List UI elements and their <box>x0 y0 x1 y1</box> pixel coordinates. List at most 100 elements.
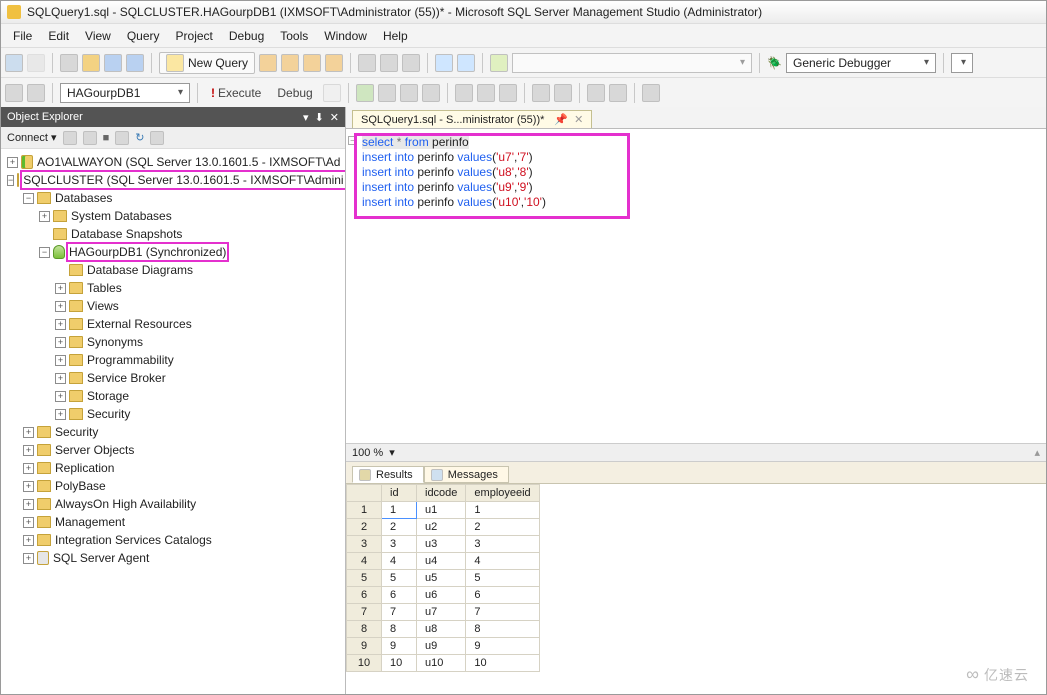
expand-icon[interactable]: + <box>23 427 34 438</box>
nav-back-icon[interactable] <box>5 54 23 72</box>
paste-icon[interactable] <box>402 54 420 72</box>
expand-icon[interactable]: + <box>23 535 34 546</box>
cell-idcode[interactable]: u6 <box>417 587 466 604</box>
node-tables[interactable]: +Tables <box>3 279 343 297</box>
cell-employeeid[interactable]: 1 <box>466 502 539 519</box>
expand-icon[interactable]: + <box>23 553 34 564</box>
indent-icon[interactable] <box>587 84 605 102</box>
expand-icon[interactable]: + <box>23 463 34 474</box>
menu-project[interactable]: Project <box>168 26 221 46</box>
cell-employeeid[interactable]: 5 <box>466 570 539 587</box>
table-row[interactable]: 10 10 u10 10 <box>347 655 540 672</box>
zoom-value[interactable]: 100 % <box>352 447 383 459</box>
row-header[interactable]: 10 <box>347 655 382 672</box>
tab-results[interactable]: Results <box>352 466 424 483</box>
menu-query[interactable]: Query <box>119 26 168 46</box>
oe-props-icon[interactable] <box>150 131 164 145</box>
oe-connect-icon[interactable] <box>63 131 77 145</box>
table-row[interactable]: 5 5 u5 5 <box>347 570 540 587</box>
node-polybase[interactable]: +PolyBase <box>3 477 343 495</box>
undo-icon[interactable] <box>435 54 453 72</box>
cell-employeeid[interactable]: 9 <box>466 638 539 655</box>
new-file-icon[interactable] <box>60 54 78 72</box>
connect-button[interactable]: Connect ▾ <box>7 131 57 144</box>
table-row[interactable]: 8 8 u8 8 <box>347 621 540 638</box>
node-security[interactable]: +Security <box>3 405 343 423</box>
cut-icon[interactable] <box>358 54 376 72</box>
include-plan-icon[interactable] <box>400 84 418 102</box>
cell-id[interactable]: 5 <box>382 570 417 587</box>
node-service-broker[interactable]: +Service Broker <box>3 369 343 387</box>
object-explorer-icon[interactable] <box>27 84 45 102</box>
cell-idcode[interactable]: u3 <box>417 536 466 553</box>
cell-employeeid[interactable]: 4 <box>466 553 539 570</box>
cell-id[interactable]: 4 <box>382 553 417 570</box>
results-grid[interactable]: ididcodeemployeeid1 1 u1 12 2 u2 23 3 u3… <box>346 484 1046 694</box>
expand-icon[interactable]: + <box>23 517 34 528</box>
cell-idcode[interactable]: u9 <box>417 638 466 655</box>
node-database-diagrams[interactable]: Database Diagrams <box>3 261 343 279</box>
display-plan-icon[interactable] <box>378 84 396 102</box>
zoom-chevron-icon[interactable]: ▾ <box>389 446 395 459</box>
cell-id[interactable]: 9 <box>382 638 417 655</box>
registered-servers-icon[interactable] <box>5 84 23 102</box>
results-text-icon[interactable] <box>455 84 473 102</box>
cell-employeeid[interactable]: 8 <box>466 621 539 638</box>
menu-bar[interactable]: FileEditViewQueryProjectDebugToolsWindow… <box>1 23 1046 47</box>
cell-employeeid[interactable]: 7 <box>466 604 539 621</box>
cell-id[interactable]: 1 <box>382 502 417 519</box>
table-row[interactable]: 3 3 u3 3 <box>347 536 540 553</box>
tab-pin-icon[interactable]: 📌 <box>554 113 568 126</box>
menu-edit[interactable]: Edit <box>40 26 77 46</box>
oe-dropdown-icon[interactable]: ▾ <box>303 111 309 124</box>
row-header[interactable]: 8 <box>347 621 382 638</box>
node-integration-services-catalogs[interactable]: +Integration Services Catalogs <box>3 531 343 549</box>
row-header[interactable]: 9 <box>347 638 382 655</box>
oe-tree[interactable]: +AO1\ALWAYON (SQL Server 13.0.1601.5 - I… <box>1 149 345 694</box>
expand-icon[interactable]: + <box>55 301 66 312</box>
server-sqlcluster[interactable]: −SQLCLUSTER (SQL Server 13.0.1601.5 - IX… <box>3 171 343 189</box>
row-header[interactable]: 3 <box>347 536 382 553</box>
col-employeeid[interactable]: employeeid <box>466 485 539 502</box>
expand-icon[interactable]: + <box>55 391 66 402</box>
oe-stop-icon[interactable]: ■ <box>103 132 110 144</box>
redo-icon[interactable] <box>457 54 475 72</box>
script-icon-4[interactable] <box>325 54 343 72</box>
menu-window[interactable]: Window <box>316 26 375 46</box>
node-external-resources[interactable]: +External Resources <box>3 315 343 333</box>
node-system-databases[interactable]: +System Databases <box>3 207 343 225</box>
oe-disconnect-icon[interactable] <box>83 131 97 145</box>
expand-icon[interactable]: − <box>39 247 50 258</box>
expand-icon[interactable]: + <box>23 499 34 510</box>
row-header[interactable]: 6 <box>347 587 382 604</box>
expand-icon[interactable]: + <box>55 373 66 384</box>
debugger-select[interactable]: Generic Debugger▾ <box>786 53 936 73</box>
oe-filter-icon[interactable] <box>115 131 129 145</box>
oe-close-icon[interactable]: ✕ <box>330 111 339 124</box>
cell-idcode[interactable]: u7 <box>417 604 466 621</box>
extra-select[interactable]: ▾ <box>951 53 973 73</box>
expand-icon[interactable]: + <box>55 283 66 294</box>
cell-employeeid[interactable]: 2 <box>466 519 539 536</box>
cell-employeeid[interactable]: 10 <box>466 655 539 672</box>
expand-icon[interactable]: + <box>55 355 66 366</box>
grid-corner[interactable] <box>347 485 382 502</box>
col-idcode[interactable]: idcode <box>417 485 466 502</box>
expand-icon[interactable]: − <box>7 175 14 186</box>
menu-file[interactable]: File <box>5 26 40 46</box>
splitter-handle[interactable]: ▴ <box>1034 446 1040 459</box>
server-ao1[interactable]: +AO1\ALWAYON (SQL Server 13.0.1601.5 - I… <box>3 153 343 171</box>
expand-icon[interactable]: + <box>55 409 66 420</box>
find-icon[interactable] <box>490 54 508 72</box>
cell-idcode[interactable]: u4 <box>417 553 466 570</box>
menu-debug[interactable]: Debug <box>221 26 272 46</box>
node-security[interactable]: +Security <box>3 423 343 441</box>
parse-icon[interactable] <box>356 84 374 102</box>
menu-tools[interactable]: Tools <box>272 26 316 46</box>
node-storage[interactable]: +Storage <box>3 387 343 405</box>
solution-select[interactable]: ▾ <box>512 53 752 73</box>
menu-help[interactable]: Help <box>375 26 416 46</box>
comment-icon[interactable] <box>532 84 550 102</box>
cell-id[interactable]: 7 <box>382 604 417 621</box>
cell-id[interactable]: 2 <box>382 519 417 536</box>
